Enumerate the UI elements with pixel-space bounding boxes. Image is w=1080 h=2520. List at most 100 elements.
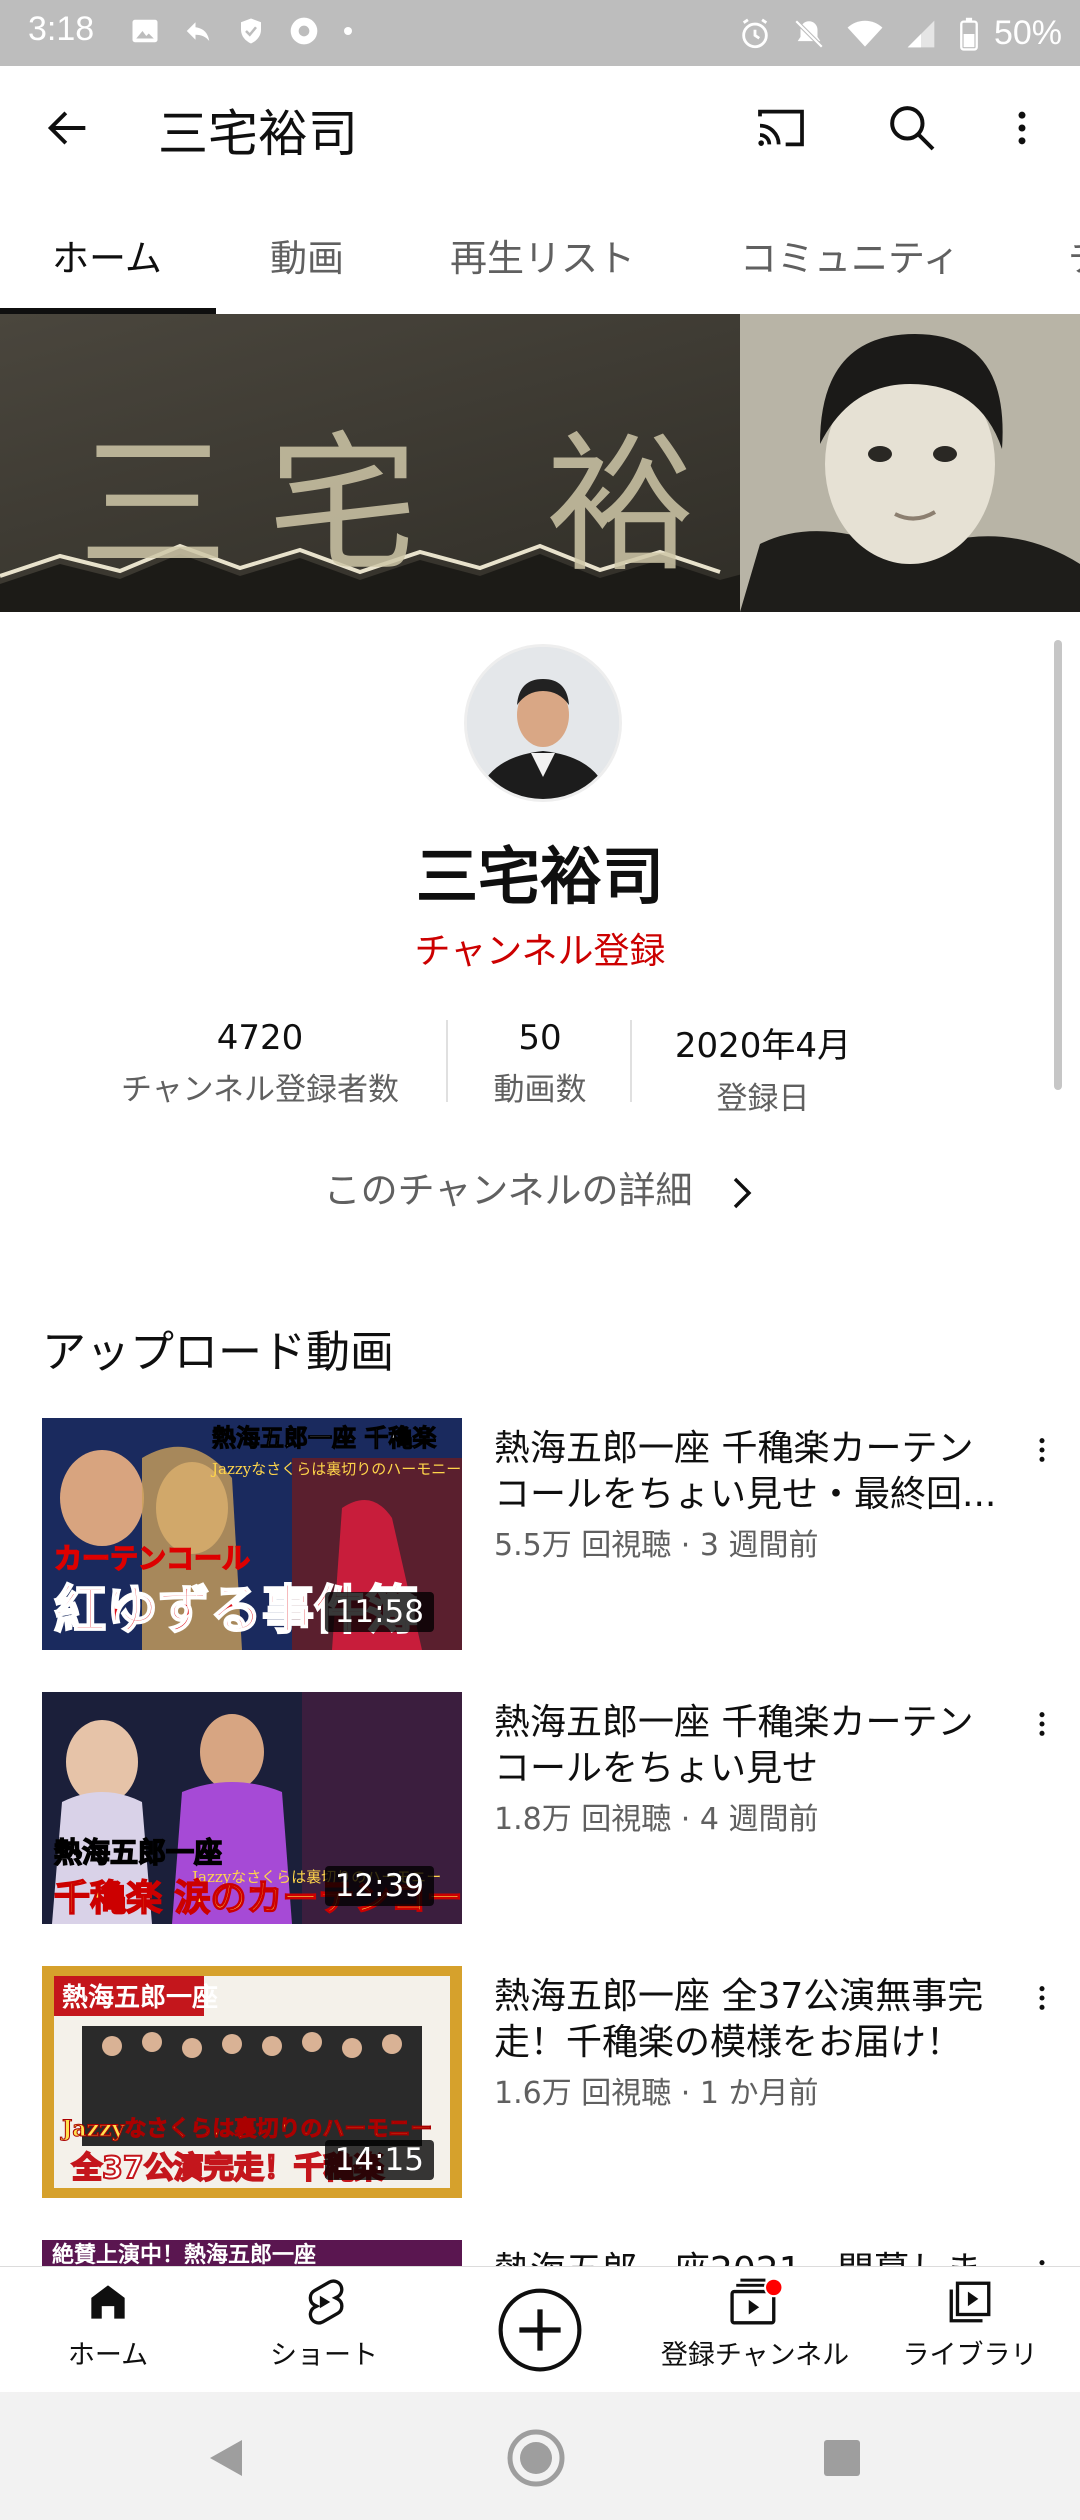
tab-community[interactable]: コミュニティ [740,228,960,282]
thumb-text-mid: カーテンコール [54,1542,250,1575]
arrow-back-icon [47,111,86,145]
section-title: アップロード動画 [42,1327,394,1378]
thumb-text-top: 絶賛上演中！熱海五郎一座 [52,2242,316,2268]
video-duration: 14:15 [324,2140,434,2180]
video-menu-button[interactable] [1026,1702,1058,1746]
video-item[interactable]: 熱海五郎一座 Jazzyなさくらは裏切りのハーモニー 全37公演完走！千穐楽 1… [42,1966,1052,2198]
video-meta: 1.6万 回視聴 · 1 か月前 [494,2076,819,2111]
back-triangle-icon[interactable] [206,2436,246,2480]
mute-icon [794,19,824,48]
channel-stats: 4720 チャンネル登録者数 50 動画数 2020年4月 登録日 [0,1018,1080,1117]
status-time: 3:18 [28,10,95,48]
channel-banner: 三宅 裕司 [0,314,1080,612]
stat-label: 動画数 [493,1072,587,1108]
nav-library[interactable]: ライブラリ [890,2277,1050,2372]
video-item[interactable]: Jazzyなさくらは裏切りのハーモニー 熱海五郎一座 千穐楽 涙のカーテンコール… [42,1692,1052,1924]
video-title[interactable]: 熱海五郎一座 千穐楽カーテン コールをちょい見せ [494,1700,1014,1792]
channel-name: 三宅裕司 [415,840,664,913]
video-item[interactable]: 熱海五郎一座 千穐楽 Jazzyなさくらは裏切りのハーモニー カーテンコール 紅… [42,1418,1052,1650]
video-title-line: 熱海五郎一座 千穐楽カーテン [494,1428,974,1469]
video-thumbnail[interactable]: 熱海五郎一座 千穐楽 Jazzyなさくらは裏切りのハーモニー カーテンコール 紅… [42,1418,462,1650]
tab-playlists[interactable]: 再生リスト [450,228,635,282]
app-bar: 三宅裕司 [0,66,1080,190]
thumb-text-sub: Jazzyなさくらは裏切りのハーモニー [210,1460,461,1478]
search-button[interactable] [884,100,940,156]
video-title-line: 走！千穐楽の模様をお届け！ [494,2022,963,2063]
more-vert-icon [1039,1986,1045,2010]
image-icon [132,19,158,43]
alarm-icon [742,18,768,48]
video-menu-button[interactable] [1026,1428,1058,1472]
video-title-line: 熱海五郎一座 千穐楽カーテン [494,1702,974,1743]
channel-details-link[interactable]: このチャンネルの詳細 [0,1160,1080,1214]
more-options-button[interactable] [1000,100,1044,156]
shield-icon [241,18,261,44]
video-meta: 5.5万 回視聴 · 3 週間前 [494,1528,819,1563]
stat-subscribers: 4720 チャンネル登録者数 [100,1018,420,1109]
stat-divider [446,1020,448,1102]
tab-home[interactable]: ホーム [52,228,162,282]
stat-label: チャンネル登録者数 [120,1072,400,1108]
video-duration: 12:39 [324,1866,434,1906]
shorts-icon [308,2279,344,2325]
nav-shorts[interactable]: ショート [244,2277,404,2372]
nav-label: ショート [270,2340,378,2371]
video-menu-button[interactable] [1026,1976,1058,2020]
nav-label: ホーム [67,2340,149,2371]
thumb-text-top: 熱海五郎一座 [62,1982,218,2013]
stat-divider [630,1020,632,1102]
thumb-text-top: 熱海五郎一座 千穐楽 [212,1424,437,1452]
thumb-text-top: 熱海五郎一座 [54,1836,222,1869]
channel-avatar[interactable] [464,644,622,802]
status-notification-icons [130,15,354,47]
nav-label: 登録チャンネル [660,2340,850,2371]
details-label: このチャンネルの詳細 [323,1169,693,1212]
stat-video-count: 50 動画数 [450,1018,630,1109]
thumb-text-sub: Jazzyなさくらは裏切りのハーモニー [60,2116,432,2142]
stat-joined-date: 2020年4月 登録日 [640,1018,886,1118]
assistant-icon [290,17,318,45]
video-title-line: コールをちょい見せ [494,1748,819,1789]
library-icon [949,2281,991,2323]
system-navigation-bar [0,2392,1080,2520]
wifi-icon [847,20,883,47]
video-duration: 11:58 [324,1592,434,1632]
tab-channels[interactable]: チ [1068,228,1080,282]
home-icon [91,2285,125,2319]
subscribe-button[interactable]: チャンネル登録 [0,922,1080,974]
cast-icon [758,109,804,147]
more-vert-icon [1039,1438,1045,1462]
more-vert-icon [1039,1712,1045,1736]
cast-button[interactable] [752,100,810,156]
video-thumbnail[interactable]: Jazzyなさくらは裏切りのハーモニー 熱海五郎一座 千穐楽 涙のカーテンコール… [42,1692,462,1924]
signal-icon [907,20,935,47]
video-title[interactable]: 熱海五郎一座 全37公演無事完 走！千穐楽の模様をお届け！ [494,1974,1014,2066]
banner-portrait-image [740,314,1080,612]
scrollbar[interactable] [1054,640,1062,1090]
chevron-right-icon [734,1177,752,1208]
video-title-line: 熱海五郎一座 全37公演無事完 [494,1976,984,2017]
status-system-icons: 50% [738,14,1062,53]
page-title: 三宅裕司 [158,105,358,163]
battery-icon [960,17,978,51]
subscriptions-icon [730,2277,784,2325]
nav-create[interactable] [490,2285,590,2375]
video-title-line: コールをちょい見せ・最終回... [494,1474,997,1515]
channel-tabs: ホーム 動画 再生リスト コミュニティ チ [0,190,1080,315]
stat-value: 2020年4月 [674,1026,852,1066]
battery-percent: 50% [993,14,1062,52]
stat-value: 50 [518,1018,562,1058]
bottom-navigation: ホーム ショート 登録チャンネル ライブラリ [0,2266,1080,2393]
recents-square-icon[interactable] [822,2438,862,2478]
back-button[interactable] [42,102,94,154]
search-icon [890,106,935,151]
more-vert-icon [1018,111,1026,145]
video-thumbnail[interactable]: 熱海五郎一座 Jazzyなさくらは裏切りのハーモニー 全37公演完走！千穐楽 1… [42,1966,462,2198]
tab-videos[interactable]: 動画 [270,228,344,282]
nav-subscriptions[interactable]: 登録チャンネル [650,2277,860,2372]
video-meta: 1.8万 回視聴 · 4 週間前 [494,1802,819,1837]
stat-label: 登録日 [716,1081,810,1117]
home-circle-icon[interactable] [506,2428,566,2488]
nav-home[interactable]: ホーム [28,2277,188,2372]
video-title[interactable]: 熱海五郎一座 千穐楽カーテン コールをちょい見せ・最終回... [494,1426,1014,1518]
